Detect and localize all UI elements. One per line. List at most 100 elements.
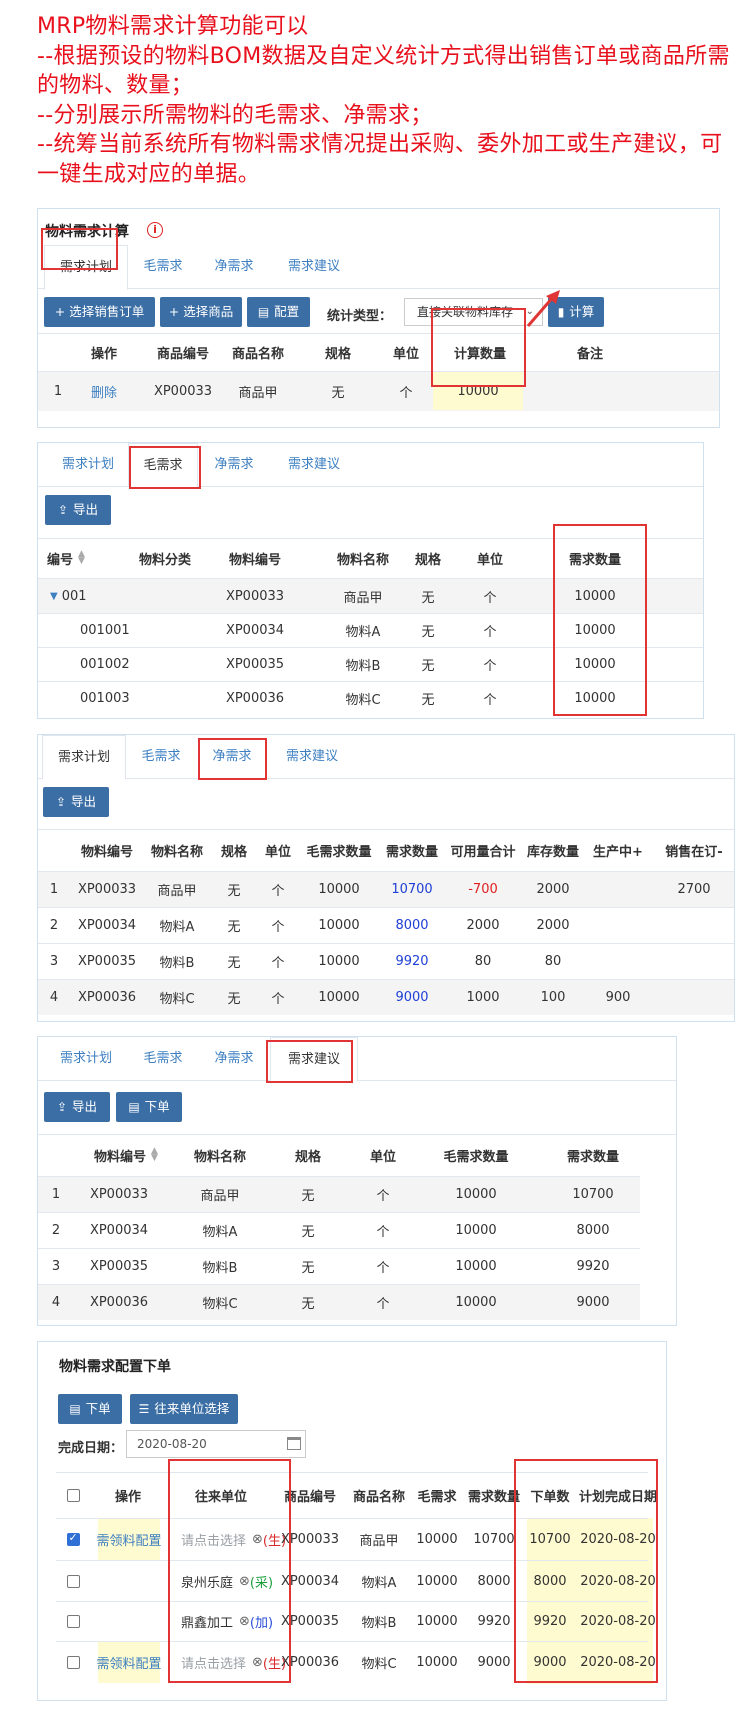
- date-input[interactable]: 2020-08-20: [126, 1430, 306, 1458]
- tab-demand-plan[interactable]: 需求计划: [44, 1037, 128, 1081]
- unit: 个: [271, 884, 285, 899]
- sort-icon: ▲ ▼: [151, 1146, 158, 1163]
- row-checkbox[interactable]: [66, 1531, 80, 1546]
- delete-link[interactable]: 删除: [88, 372, 120, 411]
- tab-gross-demand[interactable]: 毛需求: [128, 245, 198, 289]
- col-material-code-label: 物料编号: [94, 1149, 147, 1165]
- gross-qty: 10000: [455, 1187, 497, 1202]
- tab-gross-demand[interactable]: 毛需求: [128, 1037, 198, 1081]
- tab-net-demand[interactable]: 净需求: [198, 443, 270, 487]
- partner-select-button[interactable]: ☰ 往来单位选择: [130, 1394, 238, 1424]
- col-available-total: 可用量合计: [450, 844, 516, 860]
- arrow-annotation: [526, 290, 560, 327]
- partner-value: 请点击选择: [181, 1657, 247, 1672]
- sales-ordered: [656, 980, 732, 1015]
- unit: 个: [376, 1261, 390, 1276]
- demand-qty: 10700: [473, 1532, 515, 1547]
- place-order-button[interactable]: ▤ 下单: [116, 1092, 182, 1122]
- material-code: XP00035: [225, 657, 285, 672]
- plan-date[interactable]: 2020-08-20: [575, 1602, 661, 1641]
- in-production: [588, 908, 648, 943]
- table-row: 001002 XP00035 物料B 无 个 10000: [38, 647, 703, 681]
- info-icon[interactable]: i: [147, 222, 163, 238]
- spec: 无: [227, 956, 241, 971]
- select-sales-order-button[interactable]: + 选择销售订单: [44, 297, 155, 327]
- unit: 个: [483, 625, 497, 640]
- row-index: 3: [49, 954, 59, 969]
- calc-qty-value[interactable]: 10000: [433, 372, 523, 410]
- tree-code[interactable]: ▼ 001: [50, 579, 120, 613]
- gross-qty: 10000: [455, 1259, 497, 1274]
- clear-icon[interactable]: ⊗: [239, 1574, 250, 1589]
- place-order-label: 下单: [85, 1401, 111, 1416]
- place-order-button[interactable]: ▤ 下单: [58, 1394, 122, 1424]
- material-config-link[interactable]: [98, 1602, 160, 1641]
- material-config-link[interactable]: [98, 1561, 160, 1601]
- table-header: 操作 商品编号 商品名称 规格 单位 计算数量 备注: [38, 333, 719, 371]
- partner-value: 泉州乐庭: [181, 1575, 234, 1591]
- row-checkbox[interactable]: [66, 1656, 80, 1669]
- row-checkbox-cell: [63, 1561, 83, 1601]
- clear-icon[interactable]: ⊗: [239, 1614, 250, 1629]
- table-row: 需领料配置 请点击选择 ⊗ (生) XP00036 物料C 10000 9000 9…: [56, 1641, 656, 1683]
- row-checkbox[interactable]: [66, 1615, 80, 1628]
- tab-gross-demand[interactable]: 毛需求: [128, 443, 198, 488]
- calendar-icon[interactable]: [287, 1437, 301, 1450]
- stock-qty: 2000: [536, 918, 570, 933]
- order-qty[interactable]: 9000: [527, 1642, 573, 1683]
- tab-bar: 需求计划 毛需求 净需求 需求建议: [38, 735, 734, 780]
- tab-net-demand[interactable]: 净需求: [198, 245, 270, 289]
- clear-icon[interactable]: ⊗: [252, 1655, 263, 1670]
- available-total: 80: [474, 954, 492, 969]
- config-button[interactable]: ▤ 配置: [247, 297, 310, 327]
- tab-demand-suggestion[interactable]: 需求建议: [270, 1037, 358, 1082]
- export-button[interactable]: ⇪ 导出: [45, 495, 111, 525]
- material-name: 物料C: [159, 992, 195, 1007]
- gross-qty: 10000: [416, 1532, 458, 1547]
- clear-icon[interactable]: ⊗: [252, 1532, 263, 1547]
- plan-date[interactable]: 2020-08-20: [575, 1519, 661, 1560]
- tab-demand-plan[interactable]: 需求计划: [48, 443, 128, 487]
- stat-type-select[interactable]: 直接关联物料库存 ⌄: [404, 298, 543, 326]
- list-icon: ▤: [257, 305, 270, 319]
- stat-type-label: 统计类型：: [327, 309, 393, 324]
- col-demand-qty: 需求数量: [568, 552, 621, 568]
- tab-demand-suggestion[interactable]: 需求建议: [270, 443, 358, 487]
- material-code: XP00036: [225, 691, 285, 706]
- material-config-link[interactable]: 需领料配置: [97, 1519, 162, 1560]
- tab-demand-suggestion[interactable]: 需求建议: [268, 735, 356, 779]
- gross-qty: 10000: [318, 918, 360, 933]
- order-qty[interactable]: 8000: [527, 1561, 573, 1601]
- export-button[interactable]: ⇪ 导出: [43, 787, 109, 817]
- row-checkbox[interactable]: [66, 1574, 80, 1588]
- tab-net-demand[interactable]: 净需求: [198, 1037, 270, 1081]
- tab-gross-demand[interactable]: 毛需求: [126, 735, 196, 779]
- col-material-code[interactable]: 物料编号 ▲ ▼: [84, 1134, 168, 1176]
- tab-demand-plan[interactable]: 需求计划: [42, 735, 126, 780]
- row-index: 2: [49, 918, 59, 933]
- col-material-name: 物料名称: [336, 552, 389, 568]
- code: 001001: [80, 623, 130, 638]
- material-code: XP00035: [77, 954, 137, 969]
- plan-date[interactable]: 2020-08-20: [575, 1561, 661, 1601]
- plan-date[interactable]: 2020-08-20: [575, 1642, 661, 1683]
- material-config-link[interactable]: 需领料配置: [97, 1642, 162, 1683]
- table-row: 2 XP00034 物料A 无 个 10000 8000: [38, 1212, 640, 1248]
- place-order-label: 下单: [144, 1099, 170, 1114]
- col-demand-qty: 需求数量: [467, 1489, 520, 1505]
- caret-down-icon[interactable]: ▼: [50, 591, 58, 602]
- demand-qty: 10000: [574, 588, 616, 604]
- select-product-button[interactable]: + 选择商品: [160, 297, 242, 327]
- col-code[interactable]: 编号 ▲ ▼: [47, 538, 107, 578]
- tab-net-demand[interactable]: 净需求: [196, 735, 268, 779]
- in-production: 900: [605, 990, 631, 1005]
- select-all-checkbox[interactable]: [66, 1488, 80, 1502]
- order-qty[interactable]: 9920: [527, 1602, 573, 1641]
- export-button[interactable]: ⇪ 导出: [44, 1092, 110, 1122]
- order-qty[interactable]: 10700: [527, 1519, 573, 1560]
- tab-demand-plan[interactable]: 需求计划: [44, 245, 128, 290]
- tab-demand-suggestion[interactable]: 需求建议: [270, 245, 358, 289]
- row-index: 2: [51, 1223, 61, 1238]
- demand-qty: 10700: [572, 1187, 614, 1202]
- table-row: 4 XP00036 物料C 无 个 10000 9000: [38, 1284, 640, 1320]
